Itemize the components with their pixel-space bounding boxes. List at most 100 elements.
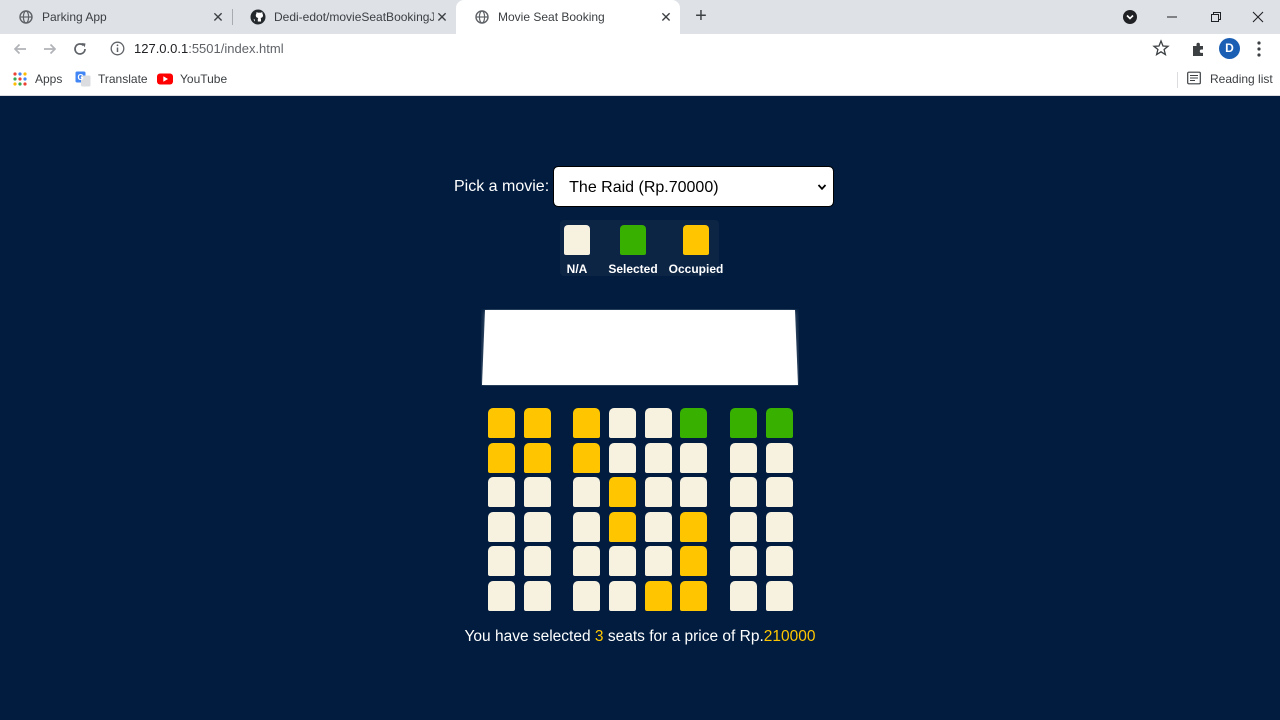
bookmark-youtube[interactable]: YouTube — [157, 71, 227, 87]
close-tab-icon[interactable]: ✕ — [434, 9, 450, 25]
seat-selected[interactable] — [766, 408, 793, 438]
seat-na[interactable] — [730, 581, 757, 611]
apps-grid-icon — [12, 71, 28, 87]
bookmark-apps[interactable]: Apps — [12, 71, 62, 87]
restore-button[interactable] — [1194, 0, 1238, 34]
new-tab-button[interactable]: + — [690, 6, 712, 28]
seat-legend: N/A Selected Occupied — [560, 220, 723, 276]
summary-prefix: You have selected — [464, 628, 595, 645]
reading-list-button[interactable]: Reading list — [1187, 71, 1273, 87]
seat-na[interactable] — [609, 408, 636, 438]
seat-na[interactable] — [645, 477, 672, 507]
legend-item-occupied: Occupied — [668, 220, 724, 276]
tab-title: Dedi-edot/movieSeatBookingJS — [274, 10, 434, 24]
movie-select[interactable]: The Raid (Rp.70000) — [553, 166, 835, 207]
booking-summary: You have selected 3 seats for a price of… — [0, 628, 1280, 646]
restore-icon — [1211, 12, 1221, 22]
tab-parking-app[interactable]: Parking App ✕ — [0, 0, 232, 34]
profile-avatar[interactable]: D — [1219, 38, 1240, 59]
url-host: 127.0.0.1 — [134, 41, 189, 56]
bookmark-star-icon[interactable] — [1152, 39, 1170, 62]
tab-title: Movie Seat Booking — [498, 10, 605, 24]
total-price: 210000 — [763, 628, 816, 645]
seat-na[interactable] — [488, 581, 515, 611]
github-icon — [250, 9, 266, 25]
more-menu-icon[interactable] — [1252, 38, 1266, 60]
minimize-icon — [1167, 16, 1177, 18]
movie-select-value: The Raid (Rp.70000) — [569, 179, 719, 196]
chevron-down-circle-icon — [1123, 10, 1137, 24]
seat-na[interactable] — [573, 581, 600, 611]
seat-na[interactable] — [609, 581, 636, 611]
legend-seat-selected — [620, 225, 646, 255]
legend-label: N/A — [566, 262, 588, 276]
seat-na[interactable] — [645, 546, 672, 576]
seat-occupied — [488, 408, 515, 438]
tab-title: Parking App — [42, 10, 107, 24]
seat-na[interactable] — [766, 581, 793, 611]
seat-na[interactable] — [488, 512, 515, 542]
seat-na[interactable] — [573, 477, 600, 507]
seat-na[interactable] — [766, 477, 793, 507]
seat-occupied — [609, 512, 636, 542]
seat-occupied — [488, 443, 515, 473]
seat-na[interactable] — [645, 408, 672, 438]
seat-na[interactable] — [730, 443, 757, 473]
legend-seat-na — [564, 225, 590, 255]
close-tab-icon[interactable]: ✕ — [658, 9, 674, 25]
url-path: :5501/index.html — [188, 41, 284, 56]
bookmarks-bar: Apps G Translate YouTube Reading list — [0, 64, 1280, 96]
close-window-button[interactable] — [1236, 0, 1280, 34]
seat-na[interactable] — [645, 512, 672, 542]
bookmark-label: Translate — [98, 72, 148, 86]
arrow-left-icon — [13, 43, 26, 55]
chevron-down-icon — [817, 184, 827, 191]
seat-selected[interactable] — [680, 408, 707, 438]
globe-icon — [18, 9, 34, 25]
seat-selected[interactable] — [730, 408, 757, 438]
bookmark-translate[interactable]: G Translate — [75, 71, 148, 87]
seat-occupied — [573, 443, 600, 473]
movie-picker-label: Pick a movie: — [454, 177, 550, 195]
url-text: 127.0.0.1:5501/index.html — [134, 41, 284, 56]
seat-na[interactable] — [573, 546, 600, 576]
seat-na[interactable] — [524, 477, 551, 507]
seat-na[interactable] — [609, 546, 636, 576]
seat-na[interactable] — [766, 546, 793, 576]
seat-occupied — [524, 443, 551, 473]
seat-occupied — [645, 581, 672, 611]
back-button[interactable] — [9, 38, 31, 60]
tab-movie-seat-booking[interactable]: Movie Seat Booking ✕ — [456, 0, 680, 34]
seat-occupied — [524, 408, 551, 438]
seat-na[interactable] — [524, 512, 551, 542]
seat-na[interactable] — [766, 512, 793, 542]
seat-na[interactable] — [680, 443, 707, 473]
tab-search-button[interactable] — [1108, 0, 1152, 34]
globe-icon — [474, 9, 490, 25]
seat-na[interactable] — [645, 443, 672, 473]
cinema-screen — [482, 310, 798, 385]
seat-na[interactable] — [730, 546, 757, 576]
close-tab-icon[interactable]: ✕ — [210, 9, 226, 25]
seat-na[interactable] — [730, 477, 757, 507]
seat-na[interactable] — [730, 512, 757, 542]
address-bar[interactable]: 127.0.0.1:5501/index.html — [102, 34, 1182, 64]
seat-na[interactable] — [524, 546, 551, 576]
seat-na[interactable] — [609, 443, 636, 473]
browser-tab-strip: Parking App ✕ Dedi-edot/movieSeatBooking… — [0, 0, 1280, 34]
forward-button[interactable] — [39, 38, 61, 60]
seat-occupied — [680, 581, 707, 611]
seat-na[interactable] — [766, 443, 793, 473]
info-icon[interactable] — [110, 41, 125, 61]
browser-toolbar: 127.0.0.1:5501/index.html D — [0, 34, 1280, 64]
seat-na[interactable] — [680, 477, 707, 507]
seat-na[interactable] — [488, 546, 515, 576]
seat-na[interactable] — [573, 512, 600, 542]
seat-na[interactable] — [524, 581, 551, 611]
svg-text:G: G — [78, 73, 84, 82]
minimize-button[interactable] — [1150, 0, 1194, 34]
seat-na[interactable] — [488, 477, 515, 507]
extensions-icon[interactable] — [1190, 40, 1208, 63]
tab-github[interactable]: Dedi-edot/movieSeatBookingJS ✕ — [232, 0, 456, 34]
reload-button[interactable] — [69, 38, 91, 60]
